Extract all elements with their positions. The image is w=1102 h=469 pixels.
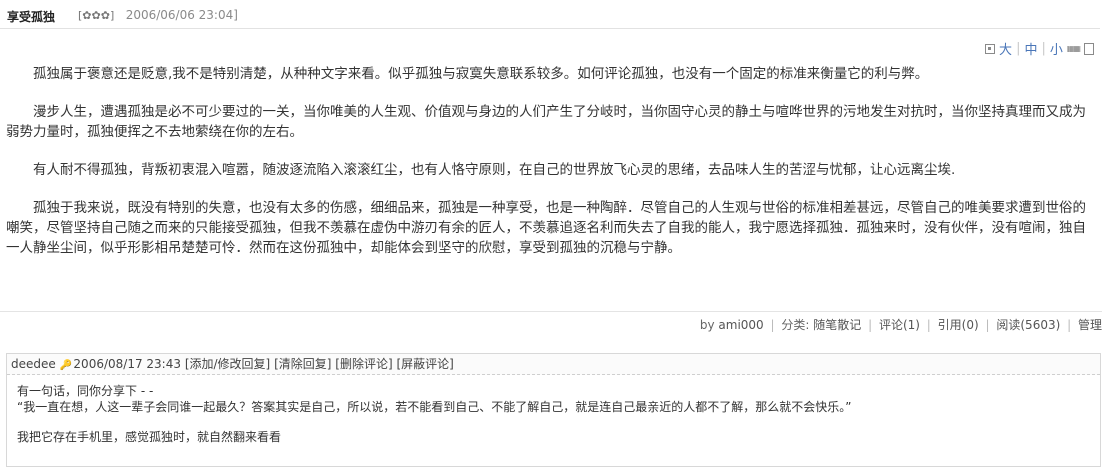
author-link[interactable]: ami000 <box>718 318 763 332</box>
references-link[interactable]: 引用(0) <box>938 318 979 332</box>
divider <box>0 311 1102 312</box>
comment-header: deedee 🔑 2006/08/17 23:43 [添加/修改回复] [清除回… <box>7 354 1100 375</box>
comment-author[interactable]: deedee <box>11 357 56 371</box>
manage-link[interactable]: 管理 <box>1078 318 1102 332</box>
author-prefix: by <box>699 318 719 332</box>
post-footer: by ami000 | 分类: 随笔散记 | 评论(1) | 引用(0) | 阅… <box>700 316 1102 333</box>
font-small-link[interactable]: 小 <box>1050 39 1063 58</box>
delete-comment-link[interactable]: [删除评论] <box>335 357 392 371</box>
post-header: 享受孤独 [✿✿✿] 2006/06/06 23:04] <box>0 4 1100 29</box>
article-paragraph: 孤独属于褒意还是贬意,我不是特别清楚，从种种文字来看。似乎孤独与寂寞失意联系较多… <box>33 66 929 82</box>
block-comment-link[interactable]: [屏蔽评论] <box>396 357 453 371</box>
comment-line: “我一直在想，人这一辈子会同谁一起最久？答案其实是自己，所以说，若不能看到自己、… <box>17 400 852 414</box>
separator: | <box>1067 318 1072 332</box>
font-large-link[interactable]: 大 <box>999 39 1012 58</box>
article-paragraph: 有人耐不得孤独，背叛初衷混入喧嚣，随波逐流陷入滚滚红尘，也有人恪守原则，在自己的… <box>33 162 956 178</box>
separator: | <box>1041 41 1046 56</box>
category-link[interactable]: 随笔散记 <box>813 318 861 332</box>
article-paragraph: 漫步人生，遭遇孤独是必不可少要过的一关，当你唯美的人生观、价值观与身边的人们产生… <box>6 104 1086 140</box>
separator: | <box>926 318 931 332</box>
comment-line: 我把它存在手机里，感觉孤独时，就自然翻来看看 <box>17 430 282 444</box>
comments-link[interactable]: 评论(1) <box>879 318 920 332</box>
font-toggle-icon[interactable] <box>985 43 996 54</box>
separator: | <box>868 318 873 332</box>
font-medium-link[interactable]: 中 <box>1024 39 1037 58</box>
reads-count: 阅读(5603) <box>996 318 1061 332</box>
comment: deedee 🔑 2006/08/17 23:43 [添加/修改回复] [清除回… <box>6 353 1101 467</box>
post-meta: [✿✿✿] 2006/06/06 23:04] <box>78 8 238 22</box>
category-label: 分类: <box>781 318 814 332</box>
clear-reply-link[interactable]: [清除回复] <box>274 357 331 371</box>
separator: | <box>1016 41 1021 56</box>
keyboard-icon[interactable]: ▦▦ <box>1067 44 1081 53</box>
comment-line: 有一句话，同你分享下 - - <box>17 384 154 398</box>
article-body: 孤独属于褒意还是贬意,我不是特别清楚，从种种文字来看。似乎孤独与寂寞失意联系较多… <box>6 64 1092 276</box>
comment-date: 2006/08/17 23:43 <box>73 357 181 371</box>
separator: | <box>985 318 990 332</box>
key-icon: 🔑 <box>59 360 73 371</box>
font-size-toolbar: 大 | 中 | 小 ▦▦ <box>985 39 1094 58</box>
post-title: 享受孤独 <box>7 10 56 24</box>
article-paragraph: 孤独于我来说，既没有特别的失意，也没有太多的伤感，细细品来，孤独是一种享受，也是… <box>6 200 1086 256</box>
document-icon[interactable] <box>1084 42 1094 55</box>
separator: | <box>770 318 775 332</box>
post-date: 2006/06/06 23:04] <box>125 8 238 22</box>
rating-stars: [✿✿✿] <box>78 9 115 22</box>
edit-reply-link[interactable]: [添加/修改回复] <box>185 357 270 371</box>
comment-body: 有一句话，同你分享下 - - “我一直在想，人这一辈子会同谁一起最久？答案其实是… <box>7 375 1100 445</box>
